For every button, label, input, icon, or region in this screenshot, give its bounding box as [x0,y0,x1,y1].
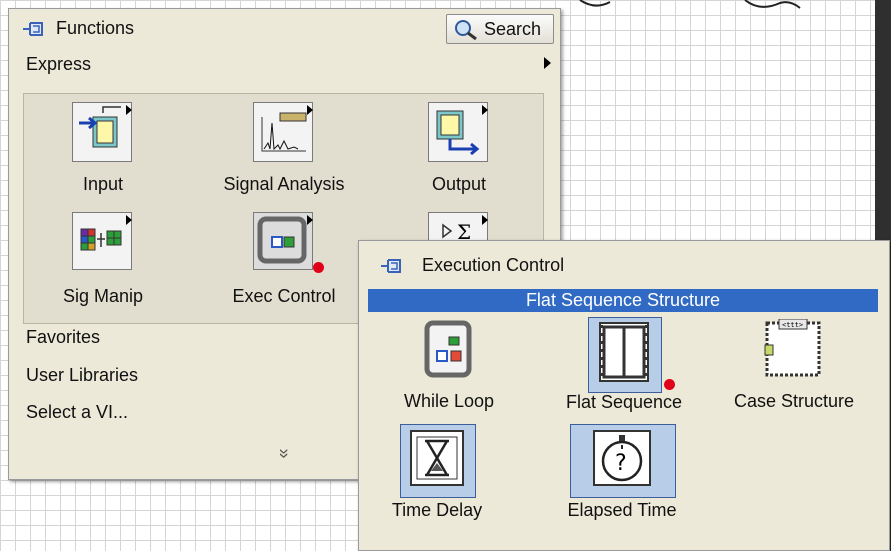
search-button-label: Search [484,19,542,39]
time-delay-icon [409,429,465,487]
item-label: Elapsed Time [567,500,677,520]
palette-title: Functions [56,18,135,38]
submenu-arrow-icon [482,105,488,115]
case-structure-icon: <ttt> [761,318,827,379]
tile-label: Output [431,174,487,194]
selection-marker-dot [664,379,675,390]
search-button[interactable]: Search [446,14,554,44]
tile-output[interactable]: Output [384,102,534,195]
item-case-structure[interactable]: <ttt> Case Structure [719,318,869,412]
tile-exec-control[interactable]: Exec Control [209,212,359,307]
pushpin-icon[interactable] [379,256,405,281]
palette-title: Execution Control [422,255,565,275]
tile-label: Signal Analysis [223,174,345,194]
diagram-wire-fragment [579,0,801,9]
sig-manip-icon [72,212,132,270]
express-input-icon [72,102,132,162]
pushpin-icon[interactable] [21,19,47,44]
item-label: While Loop [403,391,495,411]
exec-control-icon [253,212,313,270]
while-loop-icon [423,319,475,379]
tile-label: Input [82,174,124,194]
search-icon [453,19,479,46]
flat-sequence-icon [592,319,675,390]
category-favorites[interactable]: Favorites [26,327,100,348]
elapsed-time-icon: ? [589,429,655,487]
svg-text:<ttt>: <ttt> [782,321,803,329]
functions-palette-header: Functions Search [9,9,560,49]
category-express[interactable]: Express [26,54,91,75]
item-label: Case Structure [733,391,855,411]
item-label: Flat Sequence [565,392,683,412]
category-user-libraries[interactable]: User Libraries [26,365,138,386]
tile-sig-manip[interactable]: Sig Manip [28,212,178,307]
tile-signal-analysis[interactable]: Signal Analysis [209,102,359,195]
svg-text:?: ? [615,451,627,476]
item-while-loop[interactable]: While Loop [374,319,524,412]
submenu-arrow-icon [307,105,313,115]
category-select-vi[interactable]: Select a VI... [26,402,128,423]
express-output-icon [428,102,488,162]
submenu-arrow-icon [126,105,132,115]
submenu-arrow-icon [307,215,313,225]
submenu-arrow-icon [482,215,488,225]
expand-palette-icon[interactable]: » [274,448,295,458]
tile-label: Exec Control [232,286,336,306]
signal-analysis-icon [253,102,313,162]
item-time-delay[interactable]: Time Delay [362,429,512,521]
express-expand-arrow-icon [544,57,551,69]
item-flat-sequence[interactable]: Flat Sequence [549,319,699,413]
tile-label: Sig Manip [62,286,144,306]
execution-control-palette: Execution Control Flat Sequence Structur… [358,240,890,551]
selection-marker-dot [313,262,324,273]
item-elapsed-time[interactable]: ? Elapsed Time [547,429,697,521]
hover-tooltip-bar: Flat Sequence Structure [368,289,878,312]
submenu-arrow-icon [126,215,132,225]
tile-input[interactable]: Input [28,102,178,195]
item-label: Time Delay [391,500,483,520]
